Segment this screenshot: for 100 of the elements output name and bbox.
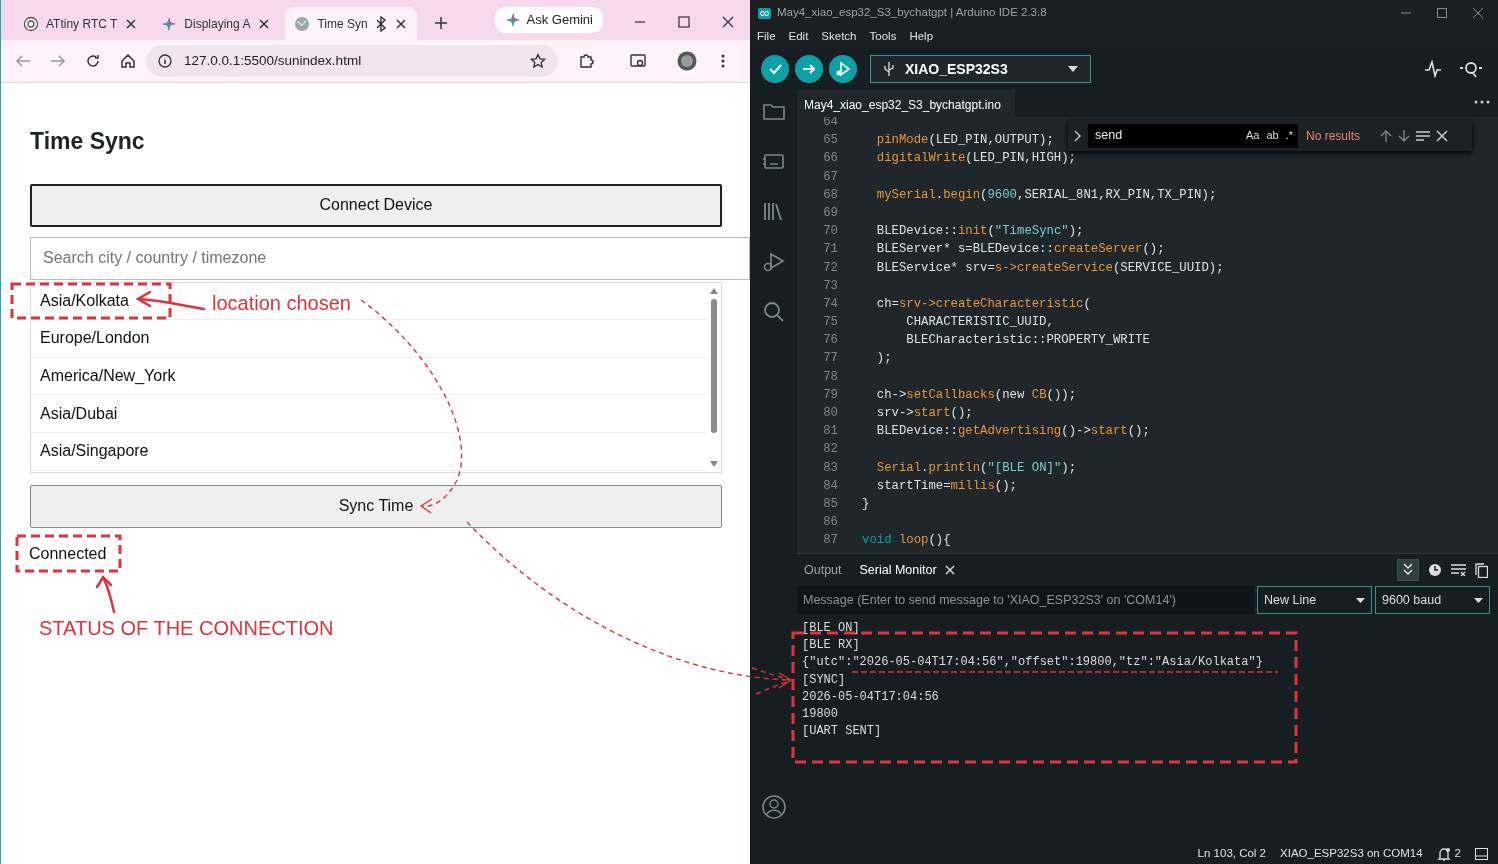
up-arrow-icon[interactable] [1380, 128, 1393, 143]
close-icon[interactable] [257, 16, 272, 31]
down-arrow-icon[interactable] [1398, 128, 1411, 143]
address-bar[interactable]: 127.0.0.1:5500/sunindex.html [146, 45, 558, 77]
code-line: Serial.println("[BLE ON]"); [875, 459, 1077, 477]
serial-line: [SYNC] [802, 671, 846, 689]
serial-line: {"utc":"2026-05-04T17:04:56","offset":19800,"tz":"Asia/Kolkata"} [802, 654, 1263, 672]
board-selector[interactable]: XIAO_ESP32S3 [870, 55, 1091, 83]
star-icon[interactable] [530, 53, 546, 69]
timezone-item[interactable]: Asia/Dubai [31, 395, 707, 433]
browser-tab[interactable]: ATtiny RTC T [14, 7, 148, 40]
tab-search-icon[interactable] [630, 53, 646, 69]
line-number: 66 [822, 150, 838, 168]
puzzle-icon[interactable] [578, 53, 594, 69]
line-number: 82 [822, 441, 838, 459]
chevron-icon[interactable] [1074, 129, 1082, 142]
notifications[interactable]: 2 [1436, 844, 1461, 863]
code-line: BLEDevice::getAdvertising()->start(); [875, 423, 1150, 441]
line-number: 69 [822, 204, 838, 222]
close-icon[interactable] [393, 16, 408, 31]
layout-icon[interactable] [1475, 847, 1488, 860]
board-port[interactable]: XIAO_ESP32S3 on COM14 [1280, 844, 1423, 863]
timezone-item[interactable]: Asia/Singapore [31, 432, 707, 471]
line-number: 65 [822, 132, 838, 150]
forward-icon[interactable] [50, 53, 66, 69]
line-number: 81 [822, 423, 838, 441]
find-option[interactable]: ab [1266, 127, 1279, 144]
line-number: 87 [822, 532, 838, 550]
upload-button[interactable] [795, 55, 823, 83]
panel-tab[interactable]: Output [804, 560, 842, 580]
bell-icon [1436, 846, 1451, 861]
close-icon[interactable] [124, 16, 139, 31]
close-icon[interactable] [722, 16, 734, 28]
copy-icon[interactable] [1475, 562, 1488, 578]
code-line: digitalWrite(LED_PIN,HIGH); [875, 150, 1076, 168]
connect-button[interactable]: Connect Device [30, 183, 722, 227]
account-icon[interactable] [761, 795, 786, 819]
debug-button[interactable] [829, 55, 857, 83]
line-ending-dropdown[interactable]: New Line [1257, 586, 1372, 614]
line-number: 86 [822, 514, 838, 532]
code-line: pinMode(LED_PIN,OUTPUT); [875, 132, 1054, 150]
code-line: CHARACTERISTIC_UUID, [905, 314, 1054, 332]
verify-button[interactable] [761, 55, 789, 83]
serial-line: [BLE RX] [802, 637, 860, 655]
reload-icon[interactable] [85, 53, 101, 69]
cursor-position: Ln 103, Col 2 [1197, 845, 1267, 861]
code-line: void loop(){ [862, 532, 951, 550]
find-option[interactable]: .* [1285, 127, 1293, 144]
code-line: BLEServer* s=BLEDevice::createServer(); [875, 241, 1165, 259]
menu-item[interactable]: File [757, 28, 776, 46]
serial-line: [BLE ON] [802, 620, 860, 637]
back-icon[interactable] [15, 53, 31, 69]
message-field[interactable]: Message (Enter to send message to 'XIAO_ESP32S3' on 'COM14') [797, 586, 1254, 614]
browser-tab[interactable]: Displaying A [152, 7, 281, 40]
window-title: May4_xiao_esp32_S3_bychatgpt | Arduino IDE 2.3.8 [777, 5, 1048, 21]
serial-monitor-icon[interactable] [1460, 60, 1482, 78]
baud-dropdown[interactable]: 9600 baud [1375, 586, 1490, 614]
menu-item[interactable]: Sketch [821, 28, 857, 46]
code-line: ); [875, 350, 892, 368]
line-number: 84 [822, 477, 838, 495]
debug-icon[interactable] [761, 250, 786, 272]
line-number: 75 [822, 314, 838, 332]
plotter-icon[interactable] [1424, 60, 1442, 78]
caret-icon [1356, 597, 1365, 603]
maximize-icon[interactable] [678, 16, 690, 28]
more-icon[interactable] [1474, 100, 1490, 104]
menu-item[interactable]: Edit [788, 28, 809, 46]
code-line: ch->setCallbacks(new CB()); [875, 386, 1077, 404]
clear-icon[interactable] [1451, 564, 1466, 576]
play-icon [835, 61, 851, 77]
line-number: 74 [822, 295, 838, 313]
ask-button[interactable]: Ask Gemini [494, 7, 603, 33]
serial-line: 19800 [802, 706, 838, 723]
search-icon[interactable] [761, 300, 786, 322]
line-number: 70 [822, 223, 838, 241]
home-icon[interactable] [120, 53, 136, 69]
caret-icon [1068, 66, 1078, 72]
sync-button[interactable]: Sync Time [30, 484, 722, 528]
clock-icon[interactable] [1428, 563, 1442, 577]
code-line: ch=srv->createCharacteristic( [875, 295, 1091, 313]
autoscroll-icon[interactable] [1397, 559, 1419, 581]
menu-item[interactable]: Help [909, 28, 934, 46]
maximize-icon[interactable] [1437, 8, 1447, 18]
line-number: 64 [822, 117, 838, 131]
search-field[interactable]: Search city / country / timezone [30, 236, 750, 280]
line-number: 79 [822, 386, 838, 404]
browser-tab[interactable]: Time Syn [285, 7, 417, 40]
new-tab-icon[interactable] [433, 16, 448, 30]
line-number: 71 [822, 241, 838, 259]
file-tab[interactable]: May4_xiao_esp32_S3_bychatgpt.ino [797, 90, 1015, 117]
selection-icon[interactable] [1416, 129, 1431, 142]
find-option[interactable]: Aa [1245, 127, 1260, 144]
timezone-item[interactable]: America/New_York [31, 357, 707, 396]
find-field[interactable]: send Aa ab .* [1088, 123, 1298, 148]
panel-tab[interactable]: Serial Monitor [859, 560, 955, 580]
menu-item[interactable]: Tools [869, 28, 897, 46]
avatar-icon[interactable] [677, 51, 697, 71]
timezone-item[interactable]: Europe/London [31, 320, 707, 358]
line-number: 85 [822, 495, 838, 513]
find-result: No results [1306, 127, 1361, 145]
